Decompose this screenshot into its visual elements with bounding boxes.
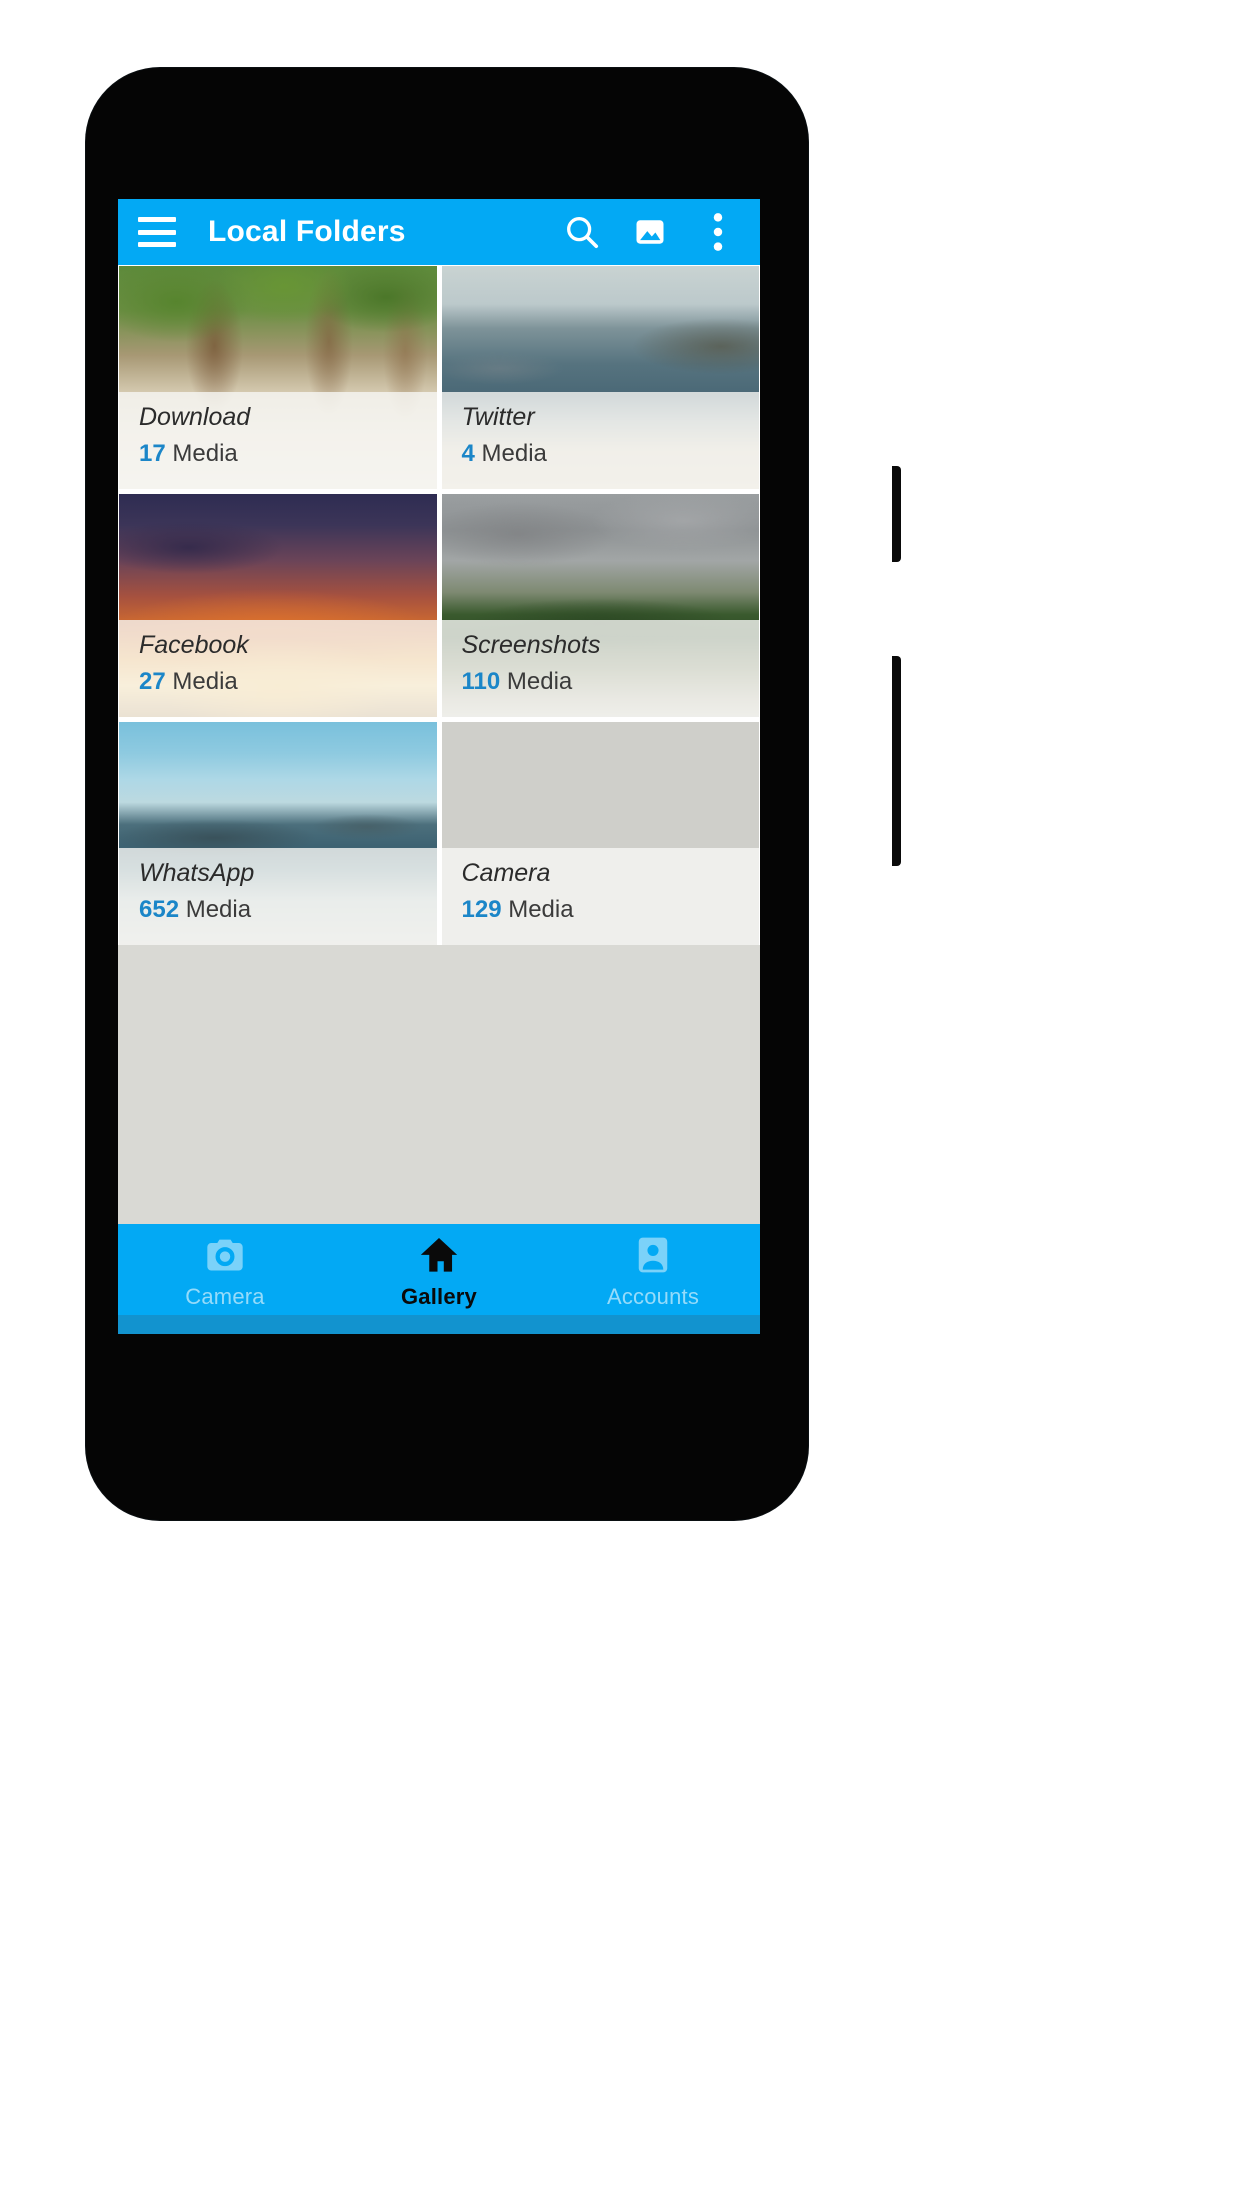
nav-label: Accounts — [606, 1283, 700, 1309]
folder-name: Screenshots — [461, 631, 601, 659]
menu-bar-2 — [138, 229, 176, 235]
folder-count-number: 27 — [139, 668, 166, 696]
image-icon[interactable] — [628, 210, 672, 254]
folder-count-unit: Media — [185, 896, 252, 924]
folder-count: 27 Media — [139, 668, 437, 696]
folder-name: WhatsApp — [139, 859, 255, 887]
phone-screen: Local Folders Download 17 Media Twitter … — [118, 199, 760, 1334]
bottom-navigation-bar: Camera Gallery Accounts — [118, 1224, 760, 1334]
folder-card-camera[interactable]: Camera 129 Media — [441, 722, 760, 945]
folder-name: Download — [139, 403, 251, 431]
folder-card-twitter[interactable]: Twitter 4 Media — [441, 266, 760, 489]
screenshot-canvas: Local Folders Download 17 Media Twitter … — [0, 0, 1242, 2208]
folder-count: 4 Media — [462, 440, 760, 468]
folder-count-unit: Media — [172, 668, 238, 696]
contact-card-icon — [635, 1235, 671, 1275]
folder-grid: Download 17 Media Twitter 4 Media Facebo… — [118, 265, 760, 945]
folder-count-unit: Media — [172, 440, 238, 468]
folder-meta: Download 17 Media — [119, 392, 437, 489]
folder-count-number: 110 — [461, 668, 501, 696]
hamburger-menu-icon[interactable] — [138, 217, 176, 247]
navigation-underbar — [118, 1315, 760, 1334]
menu-bar-1 — [138, 217, 176, 222]
nav-label: Gallery — [400, 1283, 477, 1309]
app-bar: Local Folders — [118, 199, 760, 265]
folder-count-number: 4 — [461, 440, 475, 468]
folder-count-number: 652 — [139, 896, 180, 924]
folder-card-whatsapp[interactable]: WhatsApp 652 Media — [119, 722, 437, 945]
folder-count: 110 Media — [462, 668, 760, 696]
page-title: Local Folders — [208, 215, 406, 248]
folder-count: 17 Media — [139, 440, 437, 468]
folder-meta: Camera 129 Media — [442, 848, 760, 945]
folder-name: Camera — [461, 859, 551, 887]
folder-count-unit: Media — [506, 668, 573, 696]
folder-meta: Screenshots 110 Media — [442, 620, 760, 717]
folder-name: Twitter — [461, 403, 535, 431]
app-bar-actions — [560, 210, 746, 254]
folder-card-screenshots[interactable]: Screenshots 110 Media — [441, 494, 760, 717]
folder-count: 129 Media — [462, 896, 760, 924]
nav-label: Camera — [185, 1283, 265, 1309]
search-icon[interactable] — [560, 210, 604, 254]
folder-count: 652 Media — [139, 896, 437, 924]
folder-count-number: 17 — [139, 440, 166, 468]
menu-bar-3 — [138, 242, 176, 247]
folder-count-number: 129 — [461, 896, 502, 924]
camera-icon — [205, 1235, 245, 1275]
folder-count-unit: Media — [508, 896, 574, 924]
power-button[interactable] — [892, 656, 901, 866]
folder-meta: Twitter 4 Media — [442, 392, 760, 489]
folder-meta: WhatsApp 652 Media — [119, 848, 437, 945]
home-icon — [419, 1235, 459, 1275]
folder-meta: Facebook 27 Media — [119, 620, 437, 717]
folder-name: Facebook — [139, 631, 249, 659]
volume-button[interactable] — [892, 466, 901, 562]
overflow-menu-icon[interactable] — [696, 210, 740, 254]
folder-count-unit: Media — [481, 440, 547, 468]
folder-card-facebook[interactable]: Facebook 27 Media — [119, 494, 437, 717]
folder-card-download[interactable]: Download 17 Media — [119, 266, 437, 489]
